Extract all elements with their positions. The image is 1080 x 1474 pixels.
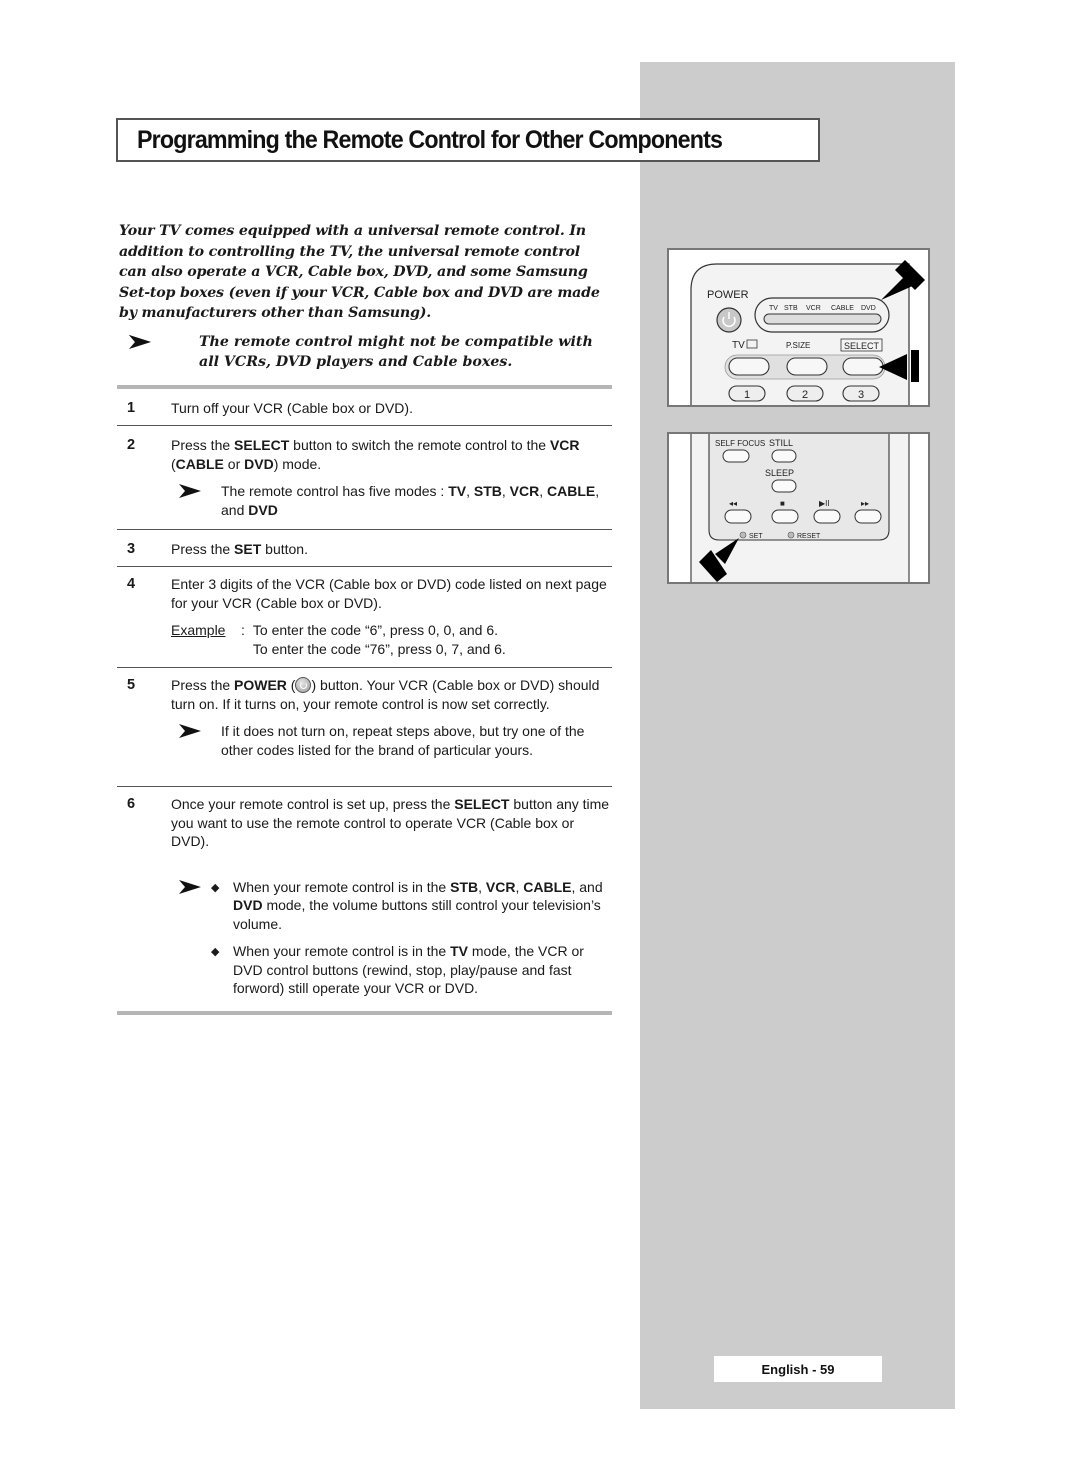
step-3: 3 Press the SET button. (127, 540, 612, 559)
arrow-pointer-icon (179, 724, 201, 738)
example-line: To enter the code “6”, press 0, 0, and 6… (252, 622, 499, 638)
divider-thick (117, 1011, 612, 1015)
tv-button (728, 357, 770, 376)
step-text: Press the SELECT button to switch the re… (171, 437, 580, 472)
intro-note-text: The remote control might not be compatib… (199, 334, 593, 370)
page-title-box: Programming the Remote Control for Other… (116, 118, 820, 162)
step-text: Press the POWER () button. Your VCR (Cab… (171, 677, 600, 712)
svg-text:SET: SET (749, 533, 763, 540)
step-text: Once your remote control is set up, pres… (171, 796, 610, 849)
example-label: Example (171, 622, 226, 638)
divider (117, 566, 612, 567)
example-line: To enter the code “76”, press 0, 7, and … (252, 640, 506, 657)
remote-illustration-bottom: SELF FOCUS STILL SLEEP ◂◂ ■ ▶II ▸▸ SET R… (667, 432, 930, 584)
rewind-button (724, 509, 752, 524)
step-1: 1 Turn off your VCR (Cable box or DVD). (127, 399, 612, 418)
svg-text:RESET: RESET (797, 533, 821, 540)
step-note: The remote control has five modes : TV, … (171, 482, 612, 519)
intro-paragraph: Your TV comes equipped with a universal … (119, 223, 600, 321)
step-number: 2 (127, 437, 136, 453)
divider (117, 425, 612, 426)
sleep-button (771, 479, 797, 493)
divider-thick (117, 385, 612, 389)
divider (117, 529, 612, 530)
svg-text:SELF FOCUS: SELF FOCUS (715, 439, 765, 448)
step-5: 5 Press the POWER () button. Your VCR (C… (127, 676, 612, 759)
page-number: English - 59 (714, 1356, 882, 1382)
arrow-pointer-icon (179, 879, 201, 894)
step-number: 3 (127, 541, 136, 557)
reset-button (787, 531, 795, 539)
step-note: ◆ When your remote control is in the STB… (171, 878, 612, 998)
step-number: 6 (127, 796, 136, 812)
svg-text:SELECT: SELECT (844, 341, 880, 351)
example-block: Example: To enter the code “6”, press 0,… (171, 622, 506, 657)
arrow-pointer-icon (179, 484, 201, 498)
svg-text:TV: TV (732, 340, 745, 351)
note-bullet: ◆ When your remote control is in the STB… (211, 878, 603, 932)
step-number: 4 (127, 576, 136, 592)
remote-illustration-top: POWER TV STB VCR CABLE DVD TV P.SIZE SEL… (667, 248, 930, 407)
self-focus-button (722, 449, 750, 463)
divider (117, 786, 612, 787)
power-button-icon (295, 677, 312, 693)
intro-note: The remote control might not be compatib… (119, 332, 609, 372)
play-pause-button (813, 509, 841, 524)
step-text: Enter 3 digits of the VCR (Cable box or … (171, 576, 607, 611)
step-2: 2 Press the SELECT button to switch the … (127, 436, 612, 519)
step-note: If it does not turn on, repeat steps abo… (171, 722, 612, 759)
stop-button (771, 509, 799, 524)
arrow-pointer-icon (129, 335, 151, 349)
svg-text:STILL: STILL (769, 438, 793, 448)
mode-indicator (763, 313, 882, 325)
power-button (716, 307, 742, 333)
diamond-bullet-icon: ◆ (211, 881, 220, 894)
psize-button (786, 357, 828, 376)
step-4: 4 Enter 3 digits of the VCR (Cable box o… (127, 575, 612, 658)
step-number: 1 (127, 400, 136, 416)
step-text: Press the SET button. (171, 541, 308, 557)
diamond-bullet-icon: ◆ (211, 946, 220, 958)
note-bullet: ◆ When your remote control is in the TV … (211, 943, 584, 996)
step-6: 6 Once your remote control is set up, pr… (127, 795, 612, 998)
svg-text:SLEEP: SLEEP (765, 468, 794, 478)
page-title: Programming the Remote Control for Other… (137, 125, 723, 154)
power-label: POWER (707, 289, 749, 301)
step-text: Turn off your VCR (Cable box or DVD). (171, 400, 413, 416)
still-button (771, 449, 797, 463)
fast-forward-button (854, 509, 882, 524)
divider (117, 667, 612, 668)
set-button (739, 531, 747, 539)
step-number: 5 (127, 677, 136, 693)
svg-text:P.SIZE: P.SIZE (786, 341, 810, 350)
select-button (842, 357, 884, 376)
